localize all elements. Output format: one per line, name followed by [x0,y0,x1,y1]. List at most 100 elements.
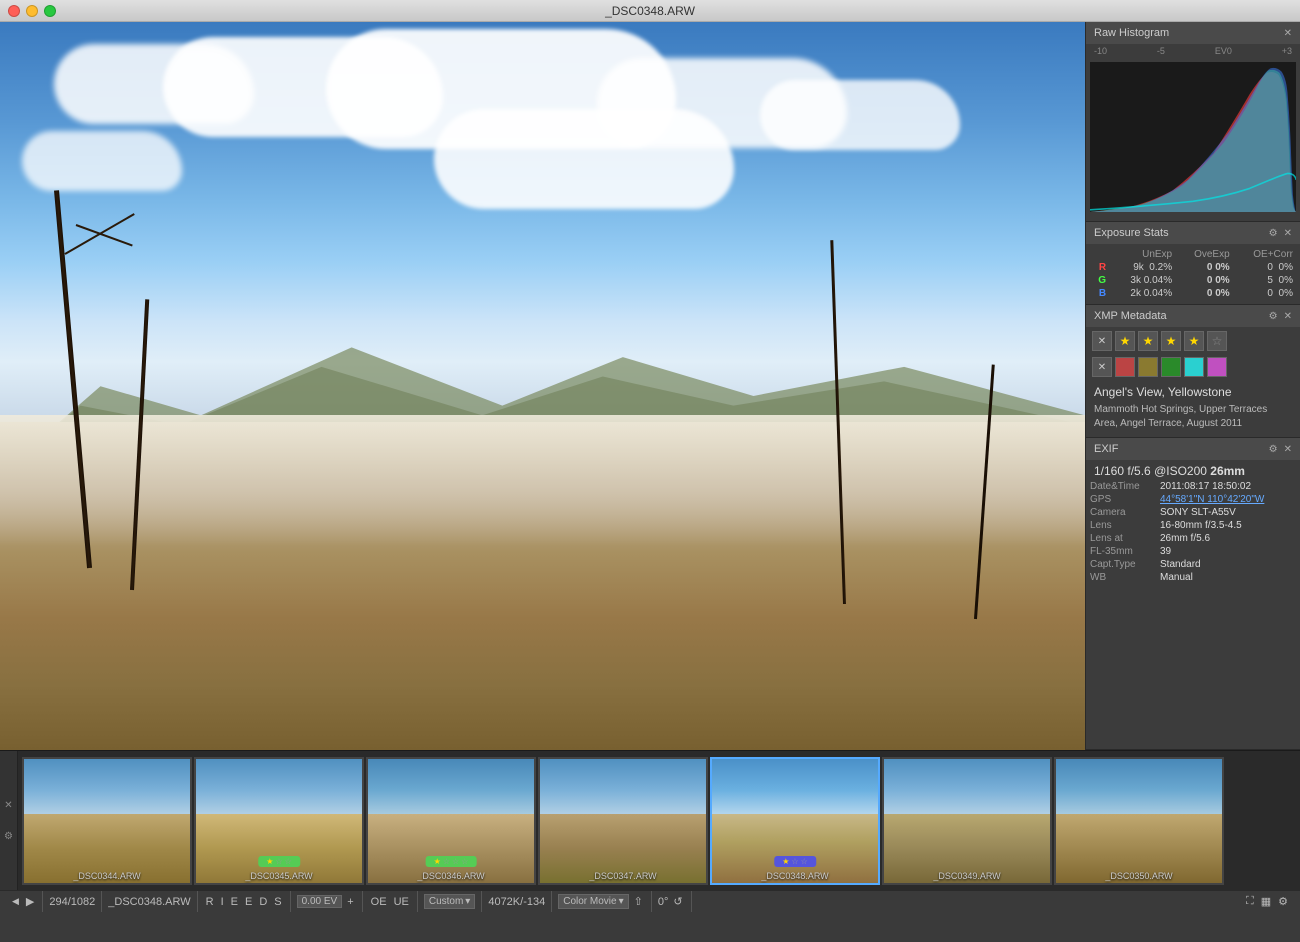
settings-icon[interactable]: ⚙ [1276,895,1290,908]
exif-value-gps[interactable]: 44°58'1"N 110°42'20"W [1156,493,1300,506]
star-5[interactable]: ☆ [1207,331,1227,351]
thumb-dsc0346[interactable]: ★ ☆ ☆ ☆ _DSC0346.ARW [366,757,536,885]
exposure-gear-icon[interactable]: ⚙ [1269,228,1278,239]
exif-panel: EXIF ⚙ ✕ 1/160 f/5.6 @ISO200 26mm Date&T… [1086,438,1300,750]
mode-s-button[interactable]: S [272,896,283,908]
exif-summary: 1/160 f/5.6 @ISO200 26mm [1086,460,1300,480]
color-red[interactable] [1115,357,1135,377]
mode-e2-button[interactable]: E [243,896,254,908]
nav-prev-button[interactable]: ◀ [10,896,21,907]
exif-row-datetime: Date&Time 2011:08:17 18:50:02 [1086,480,1300,493]
xmp-panel: XMP Metadata ⚙ ✕ ✕ ★ ★ ★ ★ ☆ ✕ [1086,305,1300,438]
resolution-display: 4072K/-134 [482,891,552,912]
exif-focal: 26mm [1210,464,1245,478]
mode-r-button[interactable]: R [204,896,216,908]
color-label-row: ✕ [1086,355,1300,381]
thumb-dsc0345[interactable]: ★ ☆ ☆ _DSC0345.ARW [194,757,364,885]
mode-i-button[interactable]: I [219,896,226,908]
minimize-button[interactable] [26,5,38,17]
cloud-5 [760,80,960,150]
histogram-labels: -10 -5 EV0 +3 [1086,44,1300,58]
ev-plus-button[interactable]: + [345,896,355,908]
exif-gear-icon[interactable]: ⚙ [1269,444,1278,455]
exposure-stats-content: UnExp OveExp OE+Corr R 9k 0.2% 0 0% 0 0% [1086,244,1300,304]
maximize-button[interactable] [44,5,56,17]
exposure-close-icon[interactable]: ✕ [1284,228,1292,239]
custom-dropdown-arrow: ▾ [465,896,470,907]
filmstrip-close-icon[interactable]: ✕ [4,800,12,811]
exif-header: EXIF ⚙ ✕ [1086,438,1300,460]
thumb-rating-dsc0345: ★ ☆ ☆ [258,856,300,867]
star-2[interactable]: ★ [1138,331,1158,351]
window-title: _DSC0348.ARW [605,4,695,18]
xmp-photo-title: Angel's View, Yellowstone [1086,381,1300,401]
exif-value-capttype: Standard [1156,558,1300,571]
cloud-7 [434,109,734,209]
x-button-2[interactable]: ✕ [1092,357,1112,377]
star-rating-row: ✕ ★ ★ ★ ★ ☆ [1086,327,1300,355]
share-icon[interactable]: ⇧ [632,895,645,908]
ue-button[interactable]: UE [392,896,411,908]
color-magenta[interactable] [1207,357,1227,377]
col-ovexp: OveExp [1175,248,1233,261]
b-oecorr: 0 0% [1233,287,1296,300]
oe-button[interactable]: OE [369,896,389,908]
mode-buttons: R I E E D S [198,891,291,912]
rotate-left-icon[interactable]: ↺ [671,895,684,908]
exposure-control: 0.00 EV + [291,891,363,912]
exif-row-lens: Lens 16-80mm f/3.5-4.5 [1086,519,1300,532]
thumb-dsc0349[interactable]: _DSC0349.ARW [882,757,1052,885]
exif-aperture: f/5.6 [1127,464,1154,478]
star-3[interactable]: ★ [1161,331,1181,351]
thumb-rating-dsc0348: ★ ☆ ☆ [774,856,816,867]
exif-row-fl35: FL-35mm 39 [1086,545,1300,558]
exif-value-fl35: 39 [1156,545,1300,558]
mode-d-button[interactable]: D [257,896,269,908]
color-mode-dropdown[interactable]: Color Movie ▾ [558,894,628,909]
filename-display: _DSC0348.ARW [102,891,197,912]
exif-label-lens: Lens [1086,519,1156,532]
filmstrip-settings-icon[interactable]: ⚙ [4,831,13,842]
thumb-dsc0350[interactable]: _DSC0350.ARW [1054,757,1224,885]
star-4[interactable]: ★ [1184,331,1204,351]
thumb-dsc0344[interactable]: _DSC0344.ARW [22,757,192,885]
nav-controls: ◀ ▶ [4,891,43,912]
thumb-label-dsc0347: _DSC0347.ARW [540,871,706,881]
exif-row-camera: Camera SONY SLT-A55V [1086,506,1300,519]
color-green[interactable] [1161,357,1181,377]
exif-close-icon[interactable]: ✕ [1284,444,1292,455]
exposure-stats-title: Exposure Stats [1094,227,1169,239]
right-controls: ⛶ ▦ ⚙ [1238,891,1296,912]
nav-next-button[interactable]: ▶ [24,895,36,908]
thumb-dsc0348[interactable]: ★ ☆ ☆ _DSC0348.ARW [710,757,880,885]
xmp-gear-icon[interactable]: ⚙ [1269,311,1278,322]
statusbar: ◀ ▶ 294/1082 _DSC0348.ARW R I E E D S 0.… [0,890,1300,912]
xmp-close-icon[interactable]: ✕ [1284,311,1292,322]
layout-icon[interactable]: ▦ [1259,895,1273,908]
mode-e1-button[interactable]: E [229,896,240,908]
oe-ue-controls: OE UE [363,891,418,912]
custom-mode: Custom ▾ [418,891,482,912]
histogram-panel: Raw Histogram ✕ -10 -5 EV0 +3 [1086,22,1300,222]
thumb-label-dsc0346: _DSC0346.ARW [368,871,534,881]
filmstrip-scroll: _DSC0344.ARW ★ ☆ ☆ _DSC0345.ARW [18,751,1228,890]
exif-value-lensat: 26mm f/5.6 [1156,532,1300,545]
close-button[interactable] [8,5,20,17]
custom-dropdown[interactable]: Custom ▾ [424,894,475,909]
thumb-dsc0347[interactable]: _DSC0347.ARW [538,757,708,885]
r-unexp: 9k 0.2% [1109,261,1175,274]
star-1[interactable]: ★ [1115,331,1135,351]
xmp-description: Mammoth Hot Springs, Upper Terraces Area… [1086,401,1300,437]
fullscreen-icon[interactable]: ⛶ [1244,895,1256,908]
g-ovexp: 0 0% [1175,274,1233,287]
xmp-header: XMP Metadata ⚙ ✕ [1086,305,1300,327]
color-cyan[interactable] [1184,357,1204,377]
thumb-label-dsc0344: _DSC0344.ARW [24,871,190,881]
exif-value-lens: 16-80mm f/3.5-4.5 [1156,519,1300,532]
color-yellow[interactable] [1138,357,1158,377]
histogram-close-icon[interactable]: ✕ [1284,28,1292,39]
histogram-title: Raw Histogram [1094,27,1169,39]
exif-shutter: 1/160 [1094,464,1127,478]
white-terraces [0,415,1085,546]
x-button-1[interactable]: ✕ [1092,331,1112,351]
